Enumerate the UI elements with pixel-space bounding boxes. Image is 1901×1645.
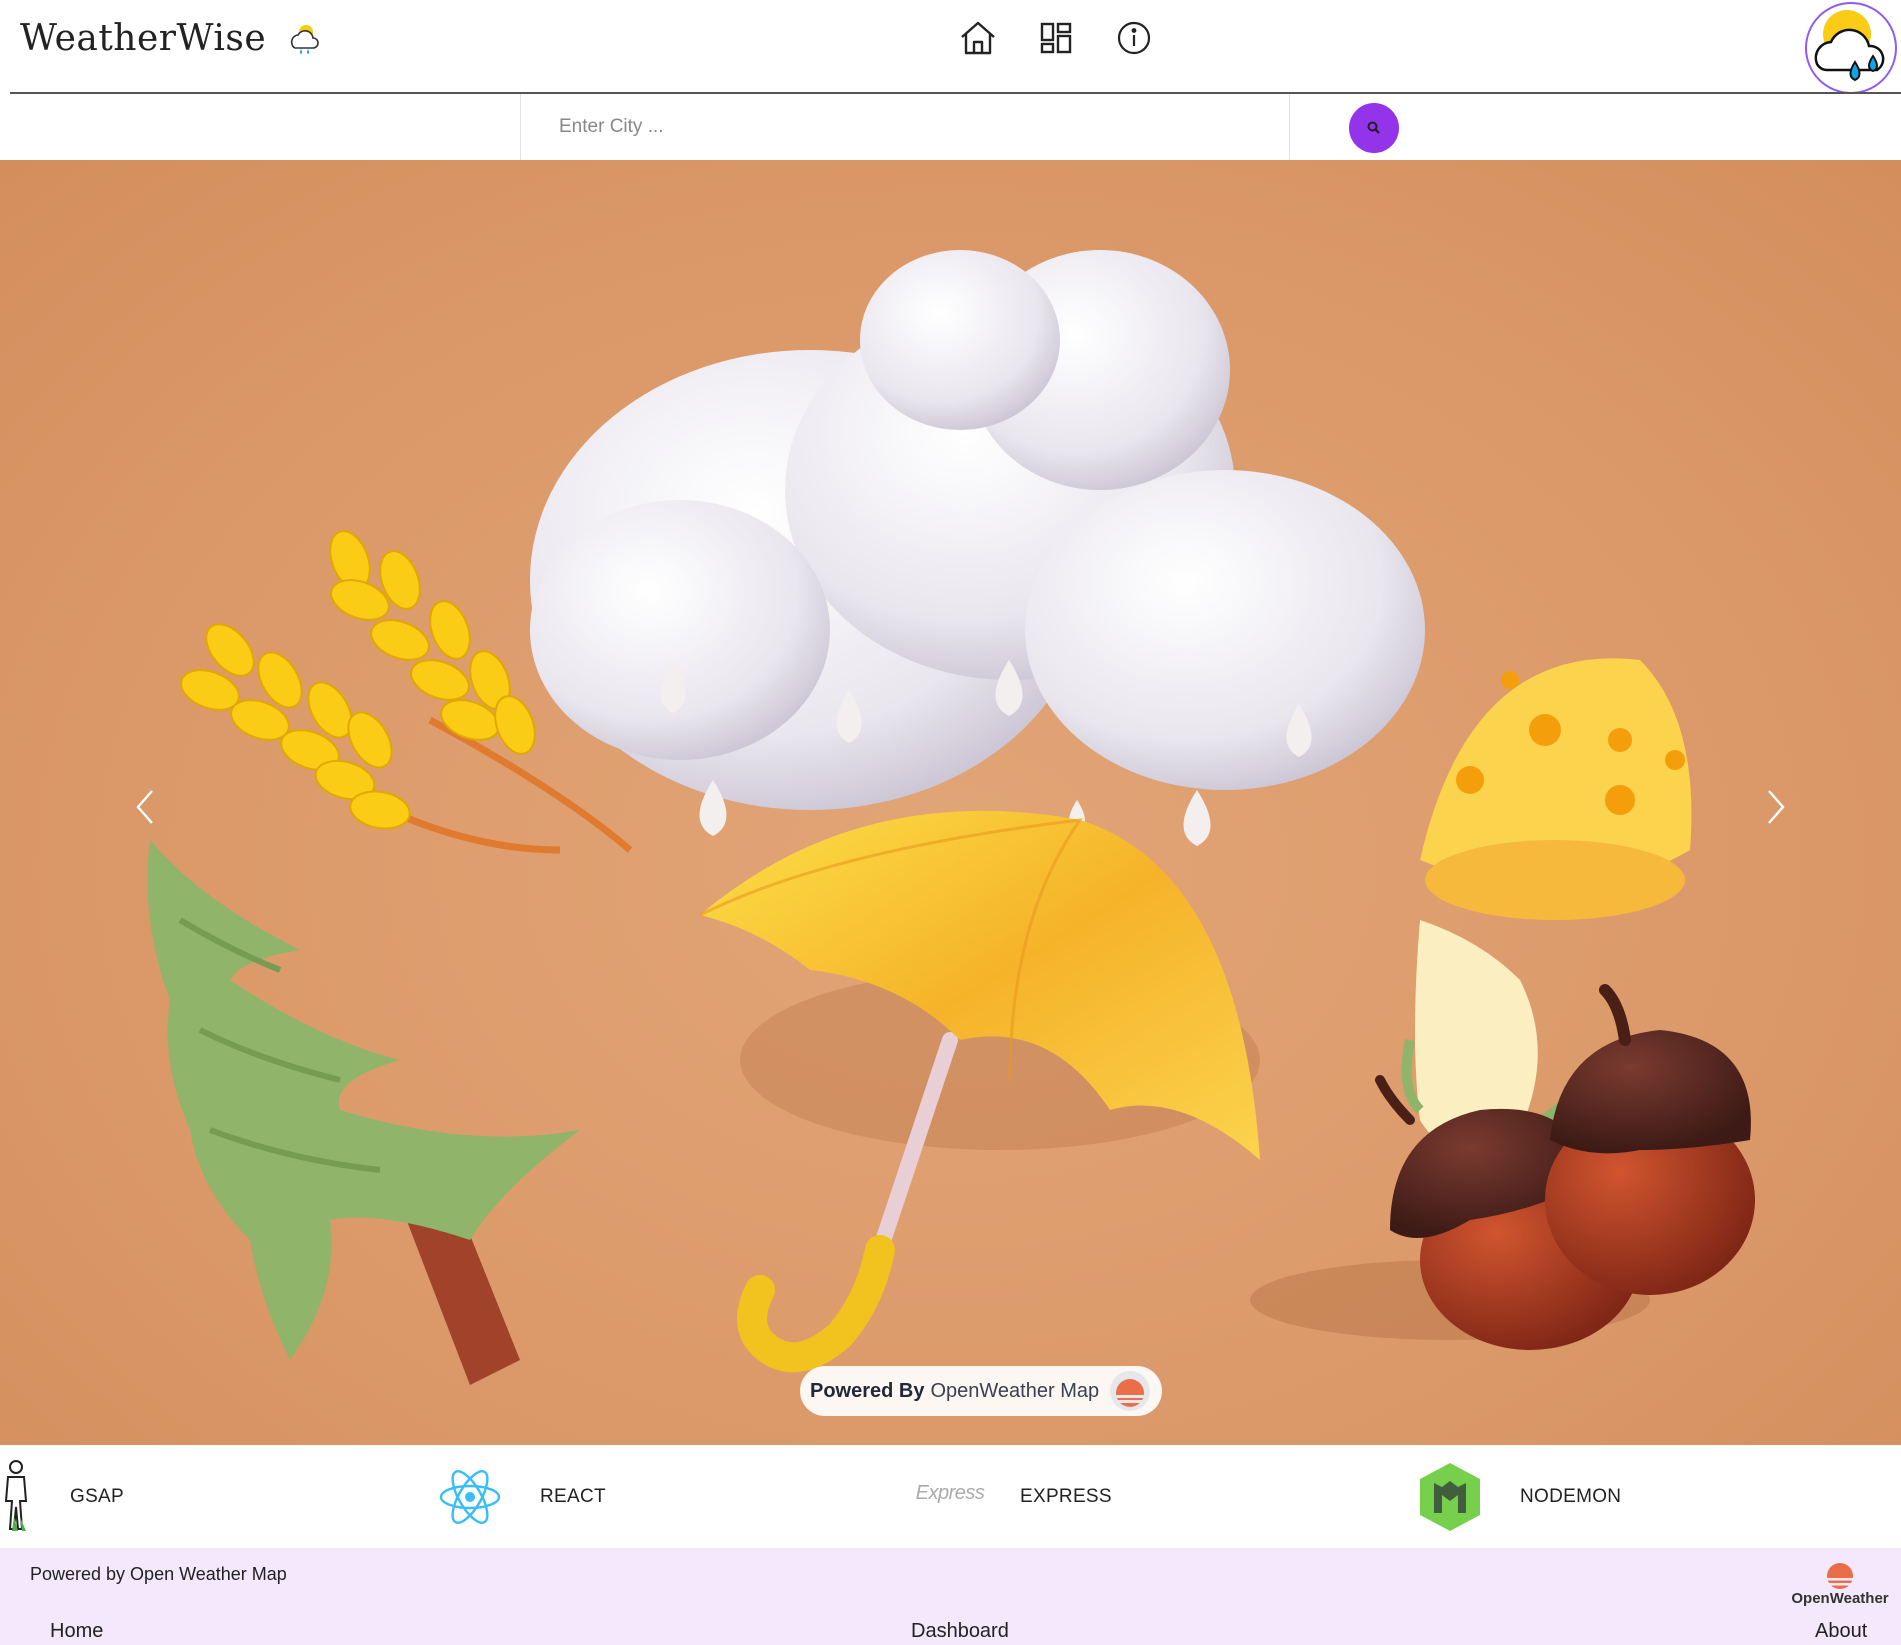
tech-label: REACT (540, 1485, 606, 1507)
tech-nodemon: NODEMON (1418, 1445, 1621, 1548)
footer-link-home[interactable]: Home (50, 1620, 103, 1643)
express-icon: Express (915, 1482, 985, 1504)
city-search-input[interactable] (520, 94, 1290, 160)
avatar[interactable] (1805, 2, 1897, 94)
openweather-logo[interactable]: OpenWeather (1788, 1558, 1892, 1607)
openweather-logo-text: OpenWeather (1791, 1590, 1889, 1607)
search-button[interactable] (1349, 103, 1399, 153)
openweather-icon (1110, 1371, 1150, 1411)
footer-link-about[interactable]: About (1815, 1620, 1867, 1643)
brand-title: WeatherWise (20, 18, 267, 59)
chevron-right-icon (1768, 790, 1785, 824)
react-icon (438, 1465, 502, 1529)
info-icon[interactable] (1114, 18, 1154, 58)
cloud-rain-icon (284, 20, 322, 58)
powered-by-badge[interactable]: Powered By OpenWeather Map (800, 1366, 1162, 1416)
nodemon-icon (1418, 1461, 1482, 1533)
tech-express: Express EXPRESS (915, 1445, 1112, 1548)
tech-label: NODEMON (1520, 1485, 1622, 1507)
gsap-icon (0, 1459, 32, 1535)
dashboard-grid-icon[interactable] (1036, 18, 1076, 58)
tech-label: GSAP (70, 1485, 124, 1507)
powered-by-provider: OpenWeather Map (930, 1379, 1100, 1402)
tech-react: REACT (438, 1445, 606, 1548)
footer: Powered by Open Weather Map OpenWeather … (0, 1548, 1901, 1645)
search-icon (1367, 121, 1380, 134)
tech-gsap: GSAP (0, 1445, 124, 1548)
brand[interactable]: WeatherWise (20, 18, 322, 59)
search-bar (0, 94, 1901, 160)
header: WeatherWise (0, 0, 1901, 94)
chevron-left-icon (136, 790, 153, 824)
powered-by-label: Powered By (810, 1379, 925, 1402)
carousel-next-button[interactable] (1756, 782, 1796, 832)
footer-link-dashboard[interactable]: Dashboard (911, 1620, 1009, 1643)
openweather-icon (1824, 1563, 1856, 1589)
nav-icons (958, 18, 1154, 58)
footer-powered-text: Powered by Open Weather Map (30, 1564, 287, 1584)
home-icon[interactable] (958, 18, 998, 58)
pine-tree (147, 840, 580, 1385)
hero-carousel: Powered By OpenWeather Map (0, 160, 1901, 1445)
carousel-prev-button[interactable] (125, 782, 165, 832)
hero-illustration (147, 250, 1755, 1385)
tech-stack-strip: GSAP REACT Express EXPRESS NODEMON (0, 1445, 1901, 1548)
tech-label: EXPRESS (1020, 1485, 1112, 1507)
cloud-sun-rain-icon (1814, 10, 1885, 82)
